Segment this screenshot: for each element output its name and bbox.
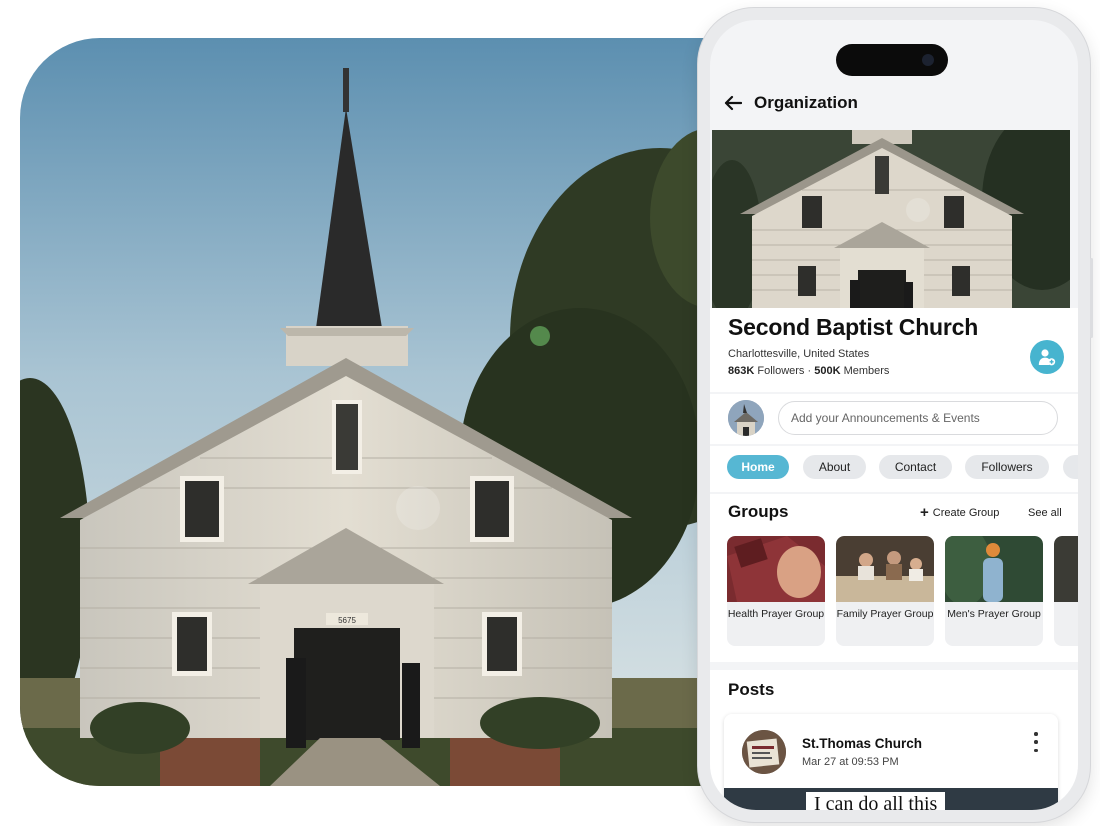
group-name: Men's Prayer Group xyxy=(947,608,1041,620)
group-name: Family Prayer Group xyxy=(836,608,934,620)
followers-label: Followers xyxy=(757,365,805,377)
avatar[interactable] xyxy=(728,400,764,436)
organization-name: Second Baptist Church xyxy=(728,314,979,340)
announcement-composer xyxy=(710,394,1078,444)
phone-screen: Organization Second Baptist Church Charl… xyxy=(710,20,1078,810)
group-card[interactable]: Family Prayer Group xyxy=(836,536,934,646)
tab-followers[interactable]: Followers xyxy=(965,455,1049,479)
group-card[interactable]: Health Prayer Group xyxy=(727,536,825,646)
members-label: Members xyxy=(843,365,890,377)
create-group-label: Create Group xyxy=(932,506,1000,519)
members-count: 500K xyxy=(814,365,841,377)
stats-separator: · xyxy=(807,365,812,377)
organization-info: Second Baptist Church Charlottesville, U… xyxy=(710,308,1078,392)
post-image[interactable]: I can do all this xyxy=(724,788,1058,810)
organization-location: Charlottesville, United States xyxy=(728,348,870,360)
arrow-left-icon[interactable] xyxy=(720,90,746,116)
followers-count: 863K xyxy=(728,365,755,377)
posts-section: Posts St.Thomas Church Mar 27 at 09:53 P… xyxy=(710,670,1078,810)
tab-contact[interactable]: Contact xyxy=(879,455,952,479)
see-all-link[interactable]: See all xyxy=(1028,507,1062,519)
group-image xyxy=(727,536,825,602)
announcement-input[interactable] xyxy=(778,401,1058,435)
add-member-icon xyxy=(1038,349,1056,366)
group-name: Health Prayer Group xyxy=(727,608,825,620)
add-member-button[interactable] xyxy=(1030,340,1064,374)
page-title: Organization xyxy=(754,93,858,112)
church-photo: 5675 xyxy=(20,38,760,786)
organization-stats: 863K Followers · 500K Members xyxy=(728,365,889,377)
post-author[interactable]: St.Thomas Church xyxy=(802,736,922,751)
cover-image xyxy=(712,130,1070,308)
groups-title: Groups xyxy=(728,502,789,521)
groups-section: Groups + Create Group See all Health Pra… xyxy=(710,494,1078,662)
tab-home[interactable]: Home xyxy=(727,455,789,479)
create-group-button[interactable]: + Create Group xyxy=(920,505,999,520)
post-image-text: I can do all this xyxy=(806,792,946,810)
post-timestamp: Mar 27 at 09:53 PM xyxy=(802,756,899,768)
app-header: Organization xyxy=(710,80,1078,126)
phone-side-button xyxy=(1090,258,1093,338)
tab-about[interactable]: About xyxy=(803,455,866,479)
tab-more[interactable] xyxy=(1063,455,1078,479)
post-card[interactable]: St.Thomas Church Mar 27 at 09:53 PM I ca… xyxy=(724,714,1058,810)
avatar xyxy=(742,730,786,774)
phone-frame: Organization Second Baptist Church Charl… xyxy=(698,8,1093,822)
group-image xyxy=(1054,536,1078,602)
plus-icon: + xyxy=(920,504,929,521)
dynamic-island xyxy=(836,44,948,76)
posts-title: Posts xyxy=(728,680,775,699)
group-card[interactable]: Men's Prayer Group xyxy=(945,536,1043,646)
group-image xyxy=(836,536,934,602)
group-card-partial[interactable] xyxy=(1054,536,1078,646)
church-sign-number: 5675 xyxy=(338,616,356,625)
tab-bar: Home About Contact Followers xyxy=(710,446,1078,492)
group-image xyxy=(945,536,1043,602)
kebab-icon[interactable] xyxy=(1030,732,1042,752)
